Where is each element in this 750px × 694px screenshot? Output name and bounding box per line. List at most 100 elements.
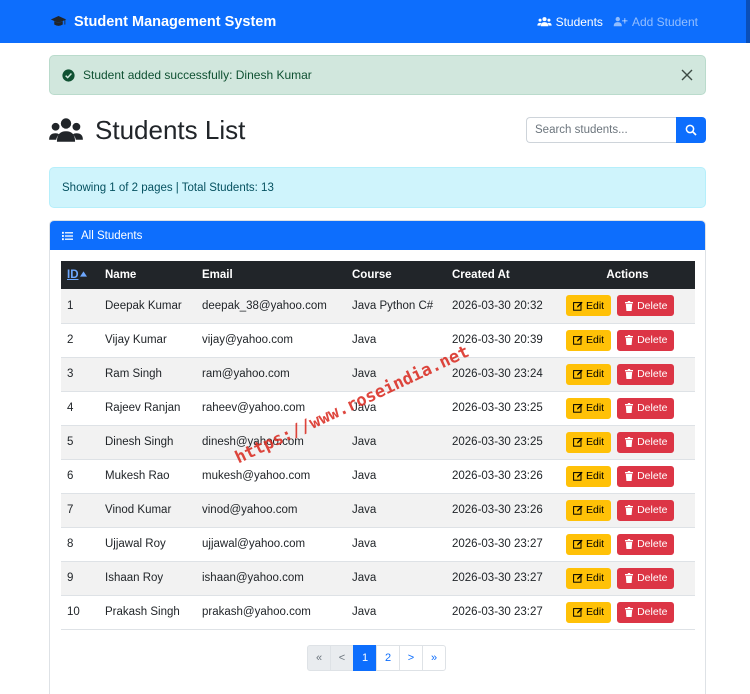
table-row: 5 Dinesh Singh dinesh@yahoo.com Java 2026-03…: [61, 425, 695, 460]
cell-name: Dinesh Singh: [99, 425, 196, 460]
edit-icon: [573, 369, 583, 379]
delete-button-label: Delete: [637, 470, 668, 482]
edit-button[interactable]: Edit: [566, 329, 612, 351]
pagination: « < 1 2 > »: [307, 645, 446, 671]
delete-button[interactable]: Delete: [617, 533, 675, 555]
cell-id: 7: [61, 493, 99, 528]
cell-id: 10: [61, 595, 99, 630]
cell-id: 4: [61, 391, 99, 426]
table-body: 1 Deepak Kumar deepak_38@yahoo.com Java Pyt…: [61, 289, 695, 630]
info-alert: Showing 1 of 2 pages | Total Students: 1…: [49, 167, 706, 208]
delete-button-label: Delete: [637, 402, 668, 414]
row-actions: Edit Delete: [566, 465, 689, 487]
cell-id: 1: [61, 289, 99, 324]
table-row: 6 Mukesh Rao mukesh@yahoo.com Java 2026-03-3…: [61, 459, 695, 494]
edit-button-label: Edit: [586, 606, 605, 618]
cell-course: Java Python C#: [346, 289, 446, 324]
cell-actions: Edit Delete: [560, 561, 695, 596]
table-row: 9 Ishaan Roy ishaan@yahoo.com Java 2026-03-3…: [61, 561, 695, 596]
trash-icon: [625, 369, 634, 379]
cell-name: Vinod Kumar: [99, 493, 196, 528]
cell-created: 2026-03-30 20:32: [446, 289, 560, 324]
page-next-button[interactable]: >: [399, 645, 423, 671]
search-icon: [685, 124, 697, 136]
delete-button[interactable]: Delete: [617, 329, 675, 351]
delete-button[interactable]: Delete: [617, 431, 675, 453]
cell-course: Java: [346, 323, 446, 358]
delete-button[interactable]: Delete: [617, 363, 675, 385]
edit-button-label: Edit: [586, 402, 605, 414]
sort-link-id[interactable]: ID: [67, 269, 79, 281]
row-actions: Edit Delete: [566, 397, 689, 419]
cell-id: 6: [61, 459, 99, 494]
brand[interactable]: Student Management System: [50, 14, 276, 30]
page-prev-button[interactable]: <: [330, 645, 354, 671]
edit-button[interactable]: Edit: [566, 397, 612, 419]
edit-button-label: Edit: [586, 368, 605, 380]
edit-icon: [573, 301, 583, 311]
cell-name: Mukesh Rao: [99, 459, 196, 494]
edit-icon: [573, 539, 583, 549]
delete-button[interactable]: Delete: [617, 397, 675, 419]
column-header-actions: Actions: [560, 261, 695, 289]
cell-id: 3: [61, 357, 99, 392]
delete-button[interactable]: Delete: [617, 567, 675, 589]
delete-button-label: Delete: [637, 606, 668, 618]
search-button[interactable]: [676, 117, 706, 143]
cell-created: 2026-03-30 23:26: [446, 459, 560, 494]
column-header-id[interactable]: ID: [61, 261, 99, 289]
cell-email: ujjawal@yahoo.com: [196, 527, 346, 562]
search-input[interactable]: [526, 117, 676, 143]
edit-button[interactable]: Edit: [566, 431, 612, 453]
cell-created: 2026-03-30 23:25: [446, 425, 560, 460]
trash-icon: [625, 573, 634, 583]
page-last-button[interactable]: »: [422, 645, 446, 671]
cell-email: ram@yahoo.com: [196, 357, 346, 392]
cell-actions: Edit Delete: [560, 459, 695, 494]
trash-icon: [625, 300, 634, 311]
column-header-created: Created At: [446, 261, 560, 289]
page-first-button[interactable]: «: [307, 645, 331, 671]
brand-label: Student Management System: [74, 13, 277, 30]
edit-button[interactable]: Edit: [566, 533, 612, 555]
edit-button[interactable]: Edit: [566, 363, 612, 385]
edit-icon: [573, 403, 583, 413]
edit-button[interactable]: Edit: [566, 499, 612, 521]
nav-link-add-student[interactable]: Add Student: [613, 15, 698, 29]
close-icon[interactable]: [681, 69, 693, 81]
navbar: Student Management System Students Add S…: [0, 0, 750, 43]
cell-actions: Edit Delete: [560, 493, 695, 528]
page-button-1[interactable]: 1: [353, 645, 377, 671]
edit-icon: [573, 471, 583, 481]
delete-button-label: Delete: [637, 334, 668, 346]
trash-icon: [625, 403, 634, 413]
cell-name: Deepak Kumar: [99, 289, 196, 324]
users-icon: [536, 17, 552, 27]
row-actions: Edit Delete: [566, 363, 689, 385]
cell-created: 2026-03-30 23:27: [446, 561, 560, 596]
cell-name: Ishaan Roy: [99, 561, 196, 596]
column-header-name: Name: [99, 261, 196, 289]
students-card: All Students ID Name Email Course Create…: [49, 220, 706, 694]
nav-link-students[interactable]: Students: [536, 15, 603, 29]
cell-course: Java: [346, 561, 446, 596]
cell-created: 2026-03-30 23:27: [446, 595, 560, 630]
cell-email: dinesh@yahoo.com: [196, 425, 346, 460]
edit-button[interactable]: Edit: [566, 295, 612, 317]
edit-button-label: Edit: [586, 470, 605, 482]
cell-course: Java: [346, 391, 446, 426]
cell-created: 2026-03-30 23:27: [446, 527, 560, 562]
edit-button[interactable]: Edit: [566, 601, 612, 623]
cell-actions: Edit Delete: [560, 289, 695, 324]
delete-button[interactable]: Delete: [617, 601, 675, 623]
edit-icon: [573, 505, 583, 515]
delete-button[interactable]: Delete: [617, 295, 675, 317]
edit-button[interactable]: Edit: [566, 567, 612, 589]
edit-button[interactable]: Edit: [566, 465, 612, 487]
delete-button[interactable]: Delete: [617, 499, 675, 521]
delete-button[interactable]: Delete: [617, 465, 675, 487]
page-button-2[interactable]: 2: [376, 645, 400, 671]
row-actions: Edit Delete: [566, 329, 689, 351]
title-row: Students List: [49, 112, 706, 148]
nav-link-add-student-label: Add Student: [631, 14, 698, 29]
